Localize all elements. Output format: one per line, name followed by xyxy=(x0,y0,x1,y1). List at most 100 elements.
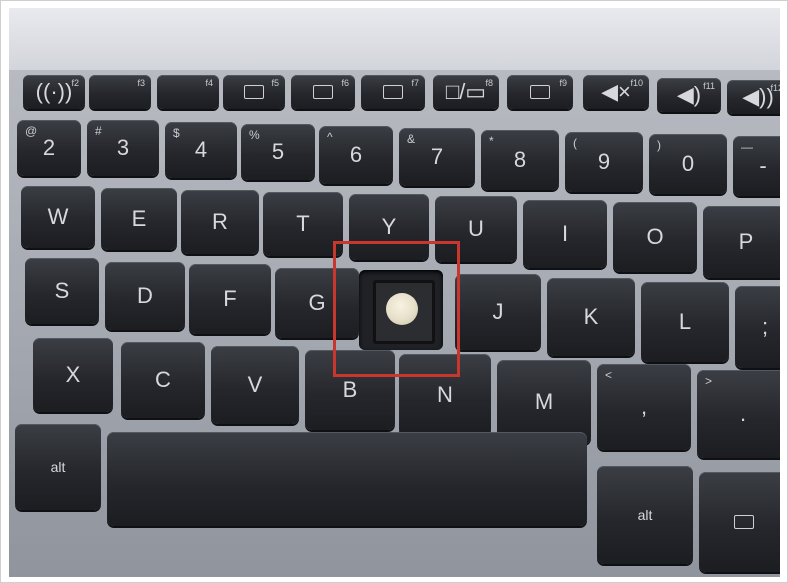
key-period: > . xyxy=(697,370,780,458)
key-label: B xyxy=(342,377,358,402)
key-label: W xyxy=(47,204,69,229)
key-label: D xyxy=(137,283,153,308)
fn-key: f12 ◀)) xyxy=(727,80,780,114)
key-label: , xyxy=(640,394,648,419)
key-t: T xyxy=(263,192,343,256)
highlight-box xyxy=(333,241,460,377)
key-label: 0 xyxy=(681,151,695,176)
fn-key: f9 xyxy=(507,75,573,109)
key-symbol: ) xyxy=(657,138,661,152)
display-off-icon xyxy=(383,85,403,99)
key-label: U xyxy=(468,216,484,241)
key-label: X xyxy=(65,362,81,387)
fn-key: f6 xyxy=(291,75,355,109)
key-semicolon: ; xyxy=(735,286,780,368)
key-minus: — - xyxy=(733,136,780,196)
key-0: ) 0 xyxy=(649,134,727,194)
key-label: S xyxy=(54,278,70,303)
key-symbol: < xyxy=(605,368,613,382)
key-label: 2 xyxy=(42,135,56,160)
fn-key: f3 xyxy=(89,75,151,109)
key-l: L xyxy=(641,282,729,362)
brightness-down-icon xyxy=(244,85,264,99)
fn-label: f7 xyxy=(411,78,419,88)
key-f: F xyxy=(189,264,271,334)
key-label: 6 xyxy=(349,142,363,167)
key-2: @ 2 xyxy=(17,120,81,176)
key-p: P xyxy=(703,206,780,278)
key-label: 5 xyxy=(271,139,285,164)
key-label: ; xyxy=(761,314,769,339)
key-7: & 7 xyxy=(399,128,475,186)
key-k: K xyxy=(547,278,635,356)
key-label: 8 xyxy=(513,147,527,172)
mute-icon: ◀× xyxy=(601,79,631,104)
brightness-up-icon xyxy=(313,85,333,99)
volume-down-icon: ◀) xyxy=(676,82,702,107)
fn-label: f3 xyxy=(137,78,145,88)
fn-key: f8 □/▭ xyxy=(433,75,499,109)
key-i: I xyxy=(523,200,607,268)
key-symbol: > xyxy=(705,374,713,388)
key-label: . xyxy=(739,401,747,426)
key-label: C xyxy=(155,367,171,392)
key-9: ( 9 xyxy=(565,132,643,192)
fn-key: f10 ◀× xyxy=(583,75,649,109)
key-s: S xyxy=(25,258,99,324)
fn-key: f4 xyxy=(157,75,219,109)
fn-label: f6 xyxy=(341,78,349,88)
key-label: 7 xyxy=(430,144,444,169)
key-8: * 8 xyxy=(481,130,559,190)
fn-label: f9 xyxy=(559,78,567,88)
image-frame: f2 ((·)) f3 f4 f5 f6 f7 f8 □/▭ f9 f10 ◀×… xyxy=(0,0,788,583)
volume-up-icon: ◀)) xyxy=(742,84,774,109)
fn-key: f5 xyxy=(223,75,285,109)
touchpad-icon xyxy=(530,85,550,99)
key-label: N xyxy=(437,382,453,407)
menu-icon xyxy=(734,515,754,529)
laptop-bezel xyxy=(9,8,780,78)
key-v: V xyxy=(211,346,299,424)
key-label: K xyxy=(583,304,599,329)
key-label: 9 xyxy=(597,149,611,174)
key-label: R xyxy=(212,209,228,234)
keyboard-photo: f2 ((·)) f3 f4 f5 f6 f7 f8 □/▭ f9 f10 ◀×… xyxy=(9,8,780,577)
key-left-alt: alt xyxy=(15,424,101,510)
projector-icon: □/▭ xyxy=(445,79,487,104)
key-symbol: — xyxy=(741,140,753,154)
wifi-icon: ((·)) xyxy=(35,79,73,104)
key-label: - xyxy=(759,153,767,178)
key-comma: < , xyxy=(597,364,691,450)
key-label: T xyxy=(296,211,310,236)
key-label: I xyxy=(561,221,569,246)
key-r: R xyxy=(181,190,259,254)
key-w: W xyxy=(21,186,95,248)
key-label: E xyxy=(131,206,147,231)
key-label: V xyxy=(247,372,263,397)
key-label: M xyxy=(534,389,554,414)
key-c: C xyxy=(121,342,205,418)
key-5: % 5 xyxy=(241,124,315,180)
key-e: E xyxy=(101,188,177,250)
key-6: ^ 6 xyxy=(319,126,393,184)
fn-key: f7 xyxy=(361,75,425,109)
key-menu xyxy=(699,472,780,572)
key-label: F xyxy=(223,286,237,311)
key-symbol: * xyxy=(489,134,494,148)
fn-key: f2 ((·)) xyxy=(23,75,85,109)
fn-key: f11 ◀) xyxy=(657,78,721,112)
key-label: alt xyxy=(50,459,66,475)
key-3: # 3 xyxy=(87,120,159,176)
key-label: alt xyxy=(637,507,653,523)
key-symbol: ( xyxy=(573,136,577,150)
fn-label: f5 xyxy=(271,78,279,88)
key-o: O xyxy=(613,202,697,272)
spacebar xyxy=(107,432,587,526)
key-label: Y xyxy=(381,214,397,239)
key-label: O xyxy=(646,224,664,249)
key-d: D xyxy=(105,262,185,330)
key-label: L xyxy=(678,309,692,334)
key-x: X xyxy=(33,338,113,412)
fn-label: f4 xyxy=(205,78,213,88)
key-label: 3 xyxy=(116,135,130,160)
